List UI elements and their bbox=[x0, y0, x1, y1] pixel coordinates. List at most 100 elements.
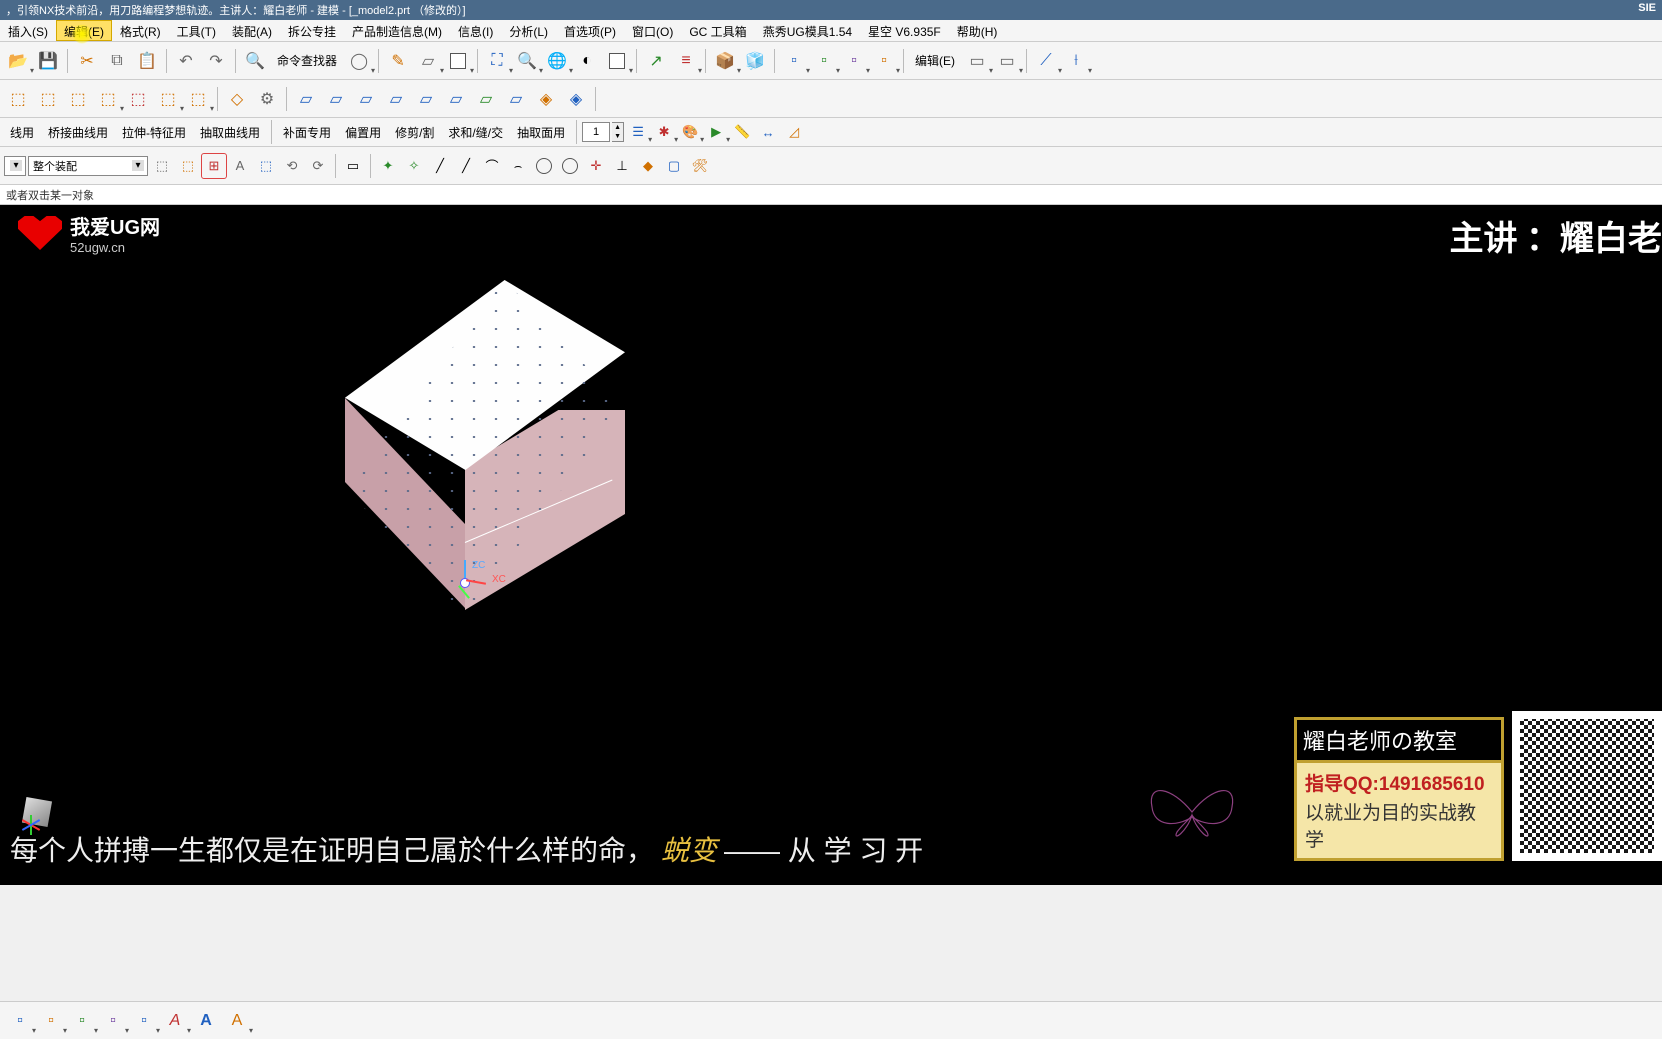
command-finder-label[interactable]: 命令查找器 bbox=[271, 49, 343, 72]
menu-insert[interactable]: 插入(S) bbox=[0, 20, 56, 41]
row3-item-0[interactable]: 线用 bbox=[4, 121, 40, 144]
snap-line1-icon[interactable]: ╱ bbox=[428, 154, 452, 178]
snap-tool-icon[interactable]: 🛠 bbox=[688, 154, 712, 178]
cut-icon[interactable]: ✂ bbox=[73, 47, 101, 75]
sel-rect-icon[interactable]: ▭ bbox=[341, 154, 365, 178]
palette-icon[interactable]: 🎨▾ bbox=[678, 120, 702, 144]
box-dd-icon[interactable]: ▾ bbox=[444, 47, 472, 75]
command-finder-icon[interactable]: 🔍 bbox=[241, 47, 269, 75]
sheet1-icon[interactable]: ◇ bbox=[223, 85, 251, 113]
undo-icon[interactable]: ↶ bbox=[172, 47, 200, 75]
row3-item-7[interactable]: 求和/缝/交 bbox=[442, 121, 509, 144]
graphics-viewport[interactable]: 我爱UG网 52ugw.cn 主讲 ：耀白老 ZC XC 每个人拼搏一生都仅是在… bbox=[0, 205, 1662, 885]
mold7-icon[interactable]: ⬚▾ bbox=[184, 85, 212, 113]
bt5-icon[interactable]: ▫▾ bbox=[130, 1007, 158, 1035]
ruler-icon[interactable]: 📏 bbox=[730, 120, 754, 144]
pattern-icon[interactable]: ✱▾ bbox=[652, 120, 676, 144]
assembly1-icon[interactable]: 📦▾ bbox=[711, 47, 739, 75]
assembly-combo-small[interactable] bbox=[4, 156, 26, 176]
copy-icon[interactable]: ⧉ bbox=[103, 47, 131, 75]
text-a2-icon[interactable]: A bbox=[192, 1007, 220, 1035]
play-icon[interactable]: ▶▾ bbox=[704, 120, 728, 144]
sel5-icon[interactable]: ⬚ bbox=[254, 154, 278, 178]
sel2-icon[interactable]: ⬚ bbox=[176, 154, 200, 178]
surf5-icon[interactable]: ▱ bbox=[412, 85, 440, 113]
snap-circle2-icon[interactable] bbox=[558, 154, 582, 178]
text-a3-icon[interactable]: A▾ bbox=[223, 1007, 251, 1035]
shaded-icon[interactable]: ◐ bbox=[573, 47, 601, 75]
block4-icon[interactable]: ▫▾ bbox=[870, 47, 898, 75]
swatch2-dd-icon[interactable]: ▭▾ bbox=[993, 47, 1021, 75]
surf2-icon[interactable]: ▱ bbox=[322, 85, 350, 113]
menu-xingkong[interactable]: 星空 V6.935F bbox=[860, 20, 949, 41]
bt4-icon[interactable]: ▫▾ bbox=[99, 1007, 127, 1035]
snap-line2-icon[interactable]: ╱ bbox=[454, 154, 478, 178]
menu-preferences[interactable]: 首选项(P) bbox=[556, 20, 624, 41]
datum-plane-icon[interactable]: ▱▾ bbox=[414, 47, 442, 75]
surf3-icon[interactable]: ▱ bbox=[352, 85, 380, 113]
mold5-icon[interactable]: ⬚ bbox=[124, 85, 152, 113]
snap-circle1-icon[interactable] bbox=[532, 154, 556, 178]
surf10-icon[interactable]: ◈ bbox=[562, 85, 590, 113]
mold3-icon[interactable]: ⬚ bbox=[64, 85, 92, 113]
text-a1-icon[interactable]: A▾ bbox=[161, 1007, 189, 1035]
surf4-icon[interactable]: ▱ bbox=[382, 85, 410, 113]
block3-icon[interactable]: ▫▾ bbox=[840, 47, 868, 75]
block2-icon[interactable]: ▫▾ bbox=[810, 47, 838, 75]
snap-box-icon[interactable]: ▢ bbox=[662, 154, 686, 178]
snap-quad-icon[interactable]: ◆ bbox=[636, 154, 660, 178]
sel7-icon[interactable]: ⟳ bbox=[306, 154, 330, 178]
snap-perp-icon[interactable]: ⊥ bbox=[610, 154, 634, 178]
menu-tools[interactable]: 工具(T) bbox=[169, 20, 224, 41]
dim-icon[interactable]: ↔ bbox=[756, 120, 780, 144]
mold2-icon[interactable]: ⬚ bbox=[34, 85, 62, 113]
menu-pmi[interactable]: 产品制造信息(M) bbox=[344, 20, 450, 41]
row3-item-5[interactable]: 偏置用 bbox=[339, 121, 387, 144]
snap-mid-icon[interactable]: ✧ bbox=[402, 154, 426, 178]
row3-item-8[interactable]: 抽取面用 bbox=[511, 121, 571, 144]
sheet2-icon[interactable]: ⚙ bbox=[253, 85, 281, 113]
row3-item-4[interactable]: 补面专用 bbox=[277, 121, 337, 144]
snap-arc-icon[interactable]: ⌒ bbox=[480, 154, 504, 178]
row3-item-1[interactable]: 桥接曲线用 bbox=[42, 121, 114, 144]
assembly-scope-combo[interactable]: 整个装配 bbox=[28, 156, 148, 176]
surf8-icon[interactable]: ▱ bbox=[502, 85, 530, 113]
menu-analysis[interactable]: 分析(L) bbox=[501, 20, 556, 41]
mold1-icon[interactable]: ⬚ bbox=[4, 85, 32, 113]
row3-item-6[interactable]: 修剪/割 bbox=[389, 121, 440, 144]
wire2-icon[interactable]: ⟊▾ bbox=[1062, 47, 1090, 75]
redo-icon[interactable]: ↷ bbox=[202, 47, 230, 75]
swatch-dd-icon[interactable]: ▭▾ bbox=[963, 47, 991, 75]
render-style-icon[interactable]: ▾ bbox=[603, 47, 631, 75]
snap-tangent-icon[interactable]: ⌢ bbox=[506, 154, 530, 178]
surf7-icon[interactable]: ▱ bbox=[472, 85, 500, 113]
paste-icon[interactable]: 📋 bbox=[133, 47, 161, 75]
row3-item-3[interactable]: 抽取曲线用 bbox=[194, 121, 266, 144]
open-icon[interactable]: 📂▾ bbox=[4, 47, 32, 75]
menu-yanxiu-mold[interactable]: 燕秀UG模具1.54 bbox=[755, 20, 860, 41]
menu-chaigong[interactable]: 拆公专挂 bbox=[280, 20, 344, 41]
sel3-icon[interactable]: ⊞ bbox=[202, 154, 226, 178]
assembly2-icon[interactable]: 🧊 bbox=[741, 47, 769, 75]
row3-spinner[interactable]: ▲▼ bbox=[612, 122, 624, 142]
sel6-icon[interactable]: ⟲ bbox=[280, 154, 304, 178]
wire1-icon[interactable]: ⟋▾ bbox=[1032, 47, 1060, 75]
menu-format[interactable]: 格式(R) bbox=[112, 20, 169, 41]
menu-window[interactable]: 窗口(O) bbox=[624, 20, 681, 41]
menu-edit[interactable]: 编辑(E) bbox=[56, 20, 112, 41]
fit-view-icon[interactable]: ⛶▾ bbox=[483, 47, 511, 75]
toolbar-edit-label[interactable]: 编辑(E) bbox=[909, 49, 961, 72]
layer-icon[interactable]: ≡▾ bbox=[672, 47, 700, 75]
globe-icon[interactable]: 🌐▾ bbox=[543, 47, 571, 75]
list-icon[interactable]: ☰▾ bbox=[626, 120, 650, 144]
block1-icon[interactable]: ▫▾ bbox=[780, 47, 808, 75]
snap-center-icon[interactable]: ✛ bbox=[584, 154, 608, 178]
surf9-icon[interactable]: ◈ bbox=[532, 85, 560, 113]
wcs-icon[interactable]: ↗ bbox=[642, 47, 670, 75]
save-icon[interactable]: 💾 bbox=[34, 47, 62, 75]
menu-info[interactable]: 信息(I) bbox=[450, 20, 501, 41]
menu-assembly[interactable]: 装配(A) bbox=[224, 20, 280, 41]
snap-endpoint-icon[interactable]: ✦ bbox=[376, 154, 400, 178]
bt3-icon[interactable]: ▫▾ bbox=[68, 1007, 96, 1035]
row3-item-2[interactable]: 拉伸-特征用 bbox=[116, 121, 192, 144]
